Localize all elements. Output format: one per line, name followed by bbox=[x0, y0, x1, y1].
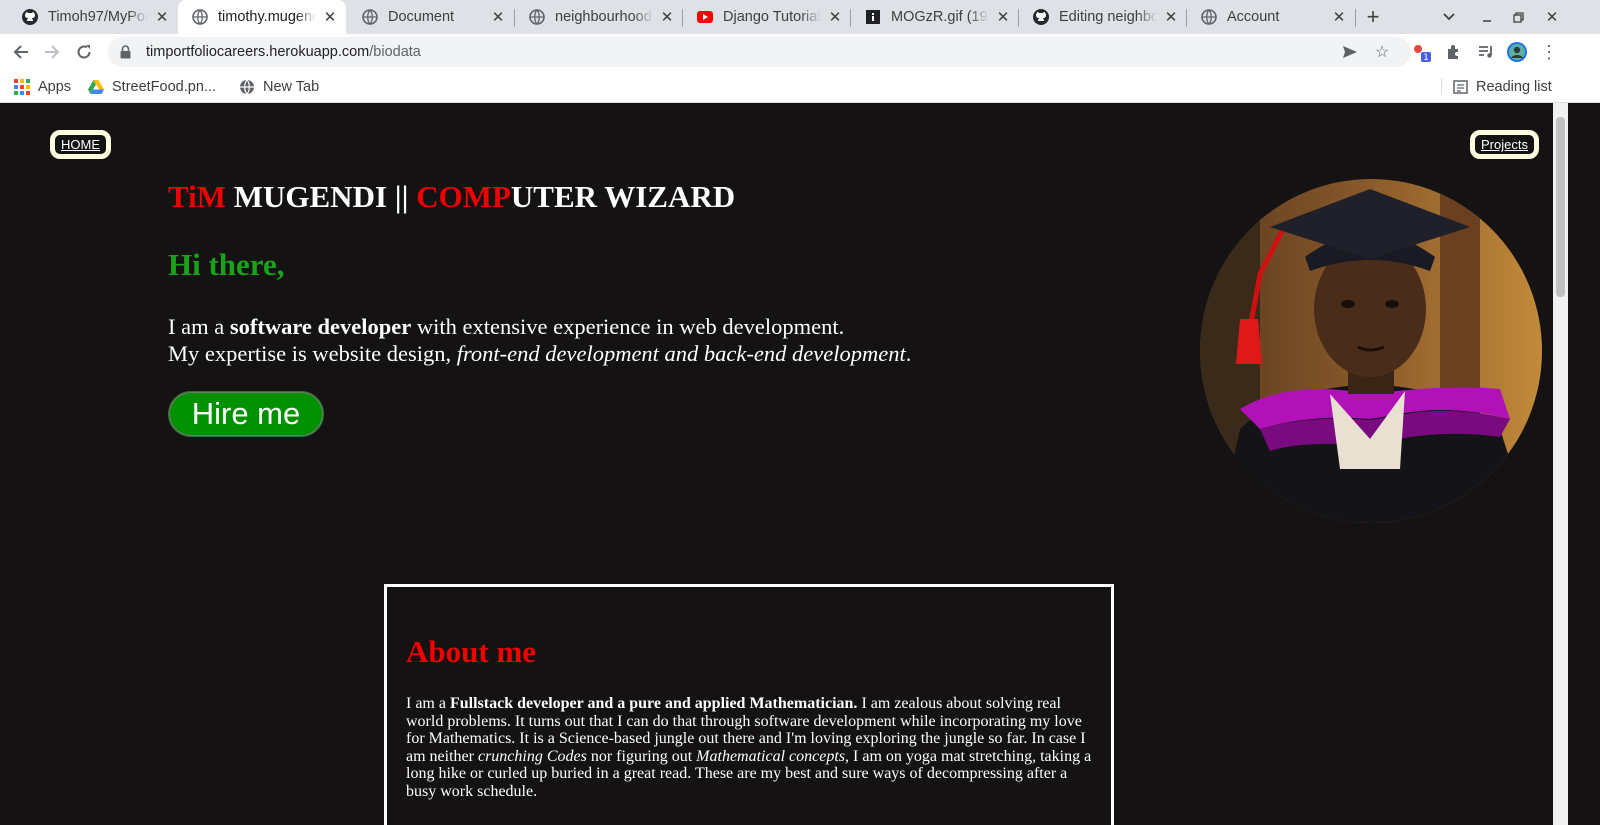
media-queue-icon[interactable] bbox=[1471, 37, 1501, 67]
tab-gif[interactable]: MOGzR.gif (1920 ✕ bbox=[851, 0, 1019, 34]
url-host: timportfoliocareers.herokuapp.com bbox=[146, 44, 370, 60]
bookmark-label: New Tab bbox=[263, 78, 320, 95]
extensions-puzzle-icon[interactable] bbox=[1438, 37, 1468, 67]
globe-icon bbox=[1201, 9, 1217, 25]
github-icon bbox=[22, 9, 38, 25]
tab-search-chevron-icon[interactable] bbox=[1432, 0, 1466, 34]
browser-toolbar: timportfoliocareers.herokuapp.com/biodat… bbox=[0, 34, 1600, 70]
intro-text: I am a software developer with extensive… bbox=[168, 314, 912, 366]
close-icon[interactable]: ✕ bbox=[827, 9, 843, 26]
scrollbar-thumb[interactable] bbox=[1556, 117, 1565, 297]
tab-biodata-active[interactable]: timothy.mugendi ✕ bbox=[178, 0, 346, 34]
projects-nav-link[interactable]: Projects bbox=[1470, 130, 1539, 159]
tab-title: Django Tutorial bbox=[723, 9, 821, 25]
forward-arrow-icon[interactable] bbox=[37, 37, 67, 67]
menu-kebab-icon[interactable]: ⋮ bbox=[1534, 37, 1564, 67]
close-icon[interactable]: ✕ bbox=[659, 9, 675, 26]
tab-title: Account bbox=[1227, 9, 1280, 25]
right-gutter bbox=[1568, 103, 1600, 825]
close-icon[interactable]: ✕ bbox=[322, 9, 338, 26]
tab-myportfolio[interactable]: Timoh97/MyPortfolio ✕ bbox=[8, 0, 178, 34]
about-section: About me I am a Fullstack developer and … bbox=[384, 584, 1114, 825]
bookmark-label: Apps bbox=[38, 78, 72, 95]
google-drive-icon bbox=[88, 79, 104, 95]
tab-title: MOGzR.gif (1920 bbox=[891, 9, 989, 25]
apps-grid-icon bbox=[14, 78, 30, 95]
tab-title: neighbourhood bbox=[555, 9, 652, 25]
lock-icon[interactable] bbox=[120, 45, 134, 59]
tab-document[interactable]: Document ✕ bbox=[348, 0, 514, 34]
globe-icon bbox=[239, 79, 255, 95]
new-tab-plus-icon[interactable]: + bbox=[1356, 0, 1390, 34]
tab-strip: Timoh97/MyPortfolio ✕ timothy.mugendi ✕ … bbox=[0, 0, 1600, 34]
close-icon[interactable]: ✕ bbox=[995, 9, 1011, 26]
reload-icon[interactable] bbox=[69, 37, 99, 67]
tab-title: timothy.mugendi bbox=[218, 9, 316, 25]
bookmark-new-tab[interactable]: New Tab bbox=[239, 70, 319, 103]
close-window-icon[interactable]: ✕ bbox=[1535, 0, 1569, 34]
close-icon[interactable]: ✕ bbox=[154, 9, 170, 26]
close-icon[interactable]: ✕ bbox=[490, 9, 506, 26]
back-arrow-icon[interactable] bbox=[6, 37, 36, 67]
bookmark-label: StreetFood.pn... bbox=[112, 78, 216, 95]
tab-title: Timoh97/MyPortfolio bbox=[48, 9, 148, 25]
greeting: Hi there, bbox=[168, 247, 285, 282]
hire-me-button[interactable]: Hire me bbox=[168, 391, 324, 437]
youtube-icon bbox=[697, 9, 713, 25]
extension-badge-icon[interactable]: 1 bbox=[1406, 37, 1436, 67]
bookmarks-bar: Apps StreetFood.pn... New Tab Reading li… bbox=[0, 70, 1600, 103]
tab-neighbourhood[interactable]: neighbourhood ✕ bbox=[515, 0, 683, 34]
globe-icon bbox=[529, 9, 545, 25]
reading-list-label: Reading list bbox=[1476, 78, 1552, 95]
close-icon[interactable]: ✕ bbox=[1163, 9, 1179, 26]
restore-icon[interactable] bbox=[1501, 0, 1535, 34]
about-text: I am a Fullstack developer and a pure an… bbox=[406, 695, 1092, 800]
globe-icon bbox=[192, 9, 208, 25]
reading-list-icon bbox=[1452, 79, 1468, 95]
tab-editing-neighbourhood[interactable]: Editing neighbourhood ✕ bbox=[1019, 0, 1187, 34]
tab-title: Document bbox=[388, 9, 455, 25]
github-icon bbox=[1033, 9, 1049, 25]
image-icon bbox=[865, 9, 881, 25]
bookmark-streetfood[interactable]: StreetFood.pn... bbox=[88, 70, 216, 103]
close-icon[interactable]: ✕ bbox=[1331, 9, 1347, 26]
tab-account[interactable]: Account ✕ bbox=[1187, 0, 1355, 34]
address-bar[interactable]: timportfoliocareers.herokuapp.com/biodat… bbox=[108, 37, 1411, 67]
url-path: /biodata bbox=[369, 44, 421, 60]
send-icon[interactable] bbox=[1341, 43, 1359, 61]
page-scrollbar[interactable] bbox=[1553, 103, 1568, 825]
profile-avatar-icon[interactable] bbox=[1502, 37, 1532, 67]
reading-list[interactable]: Reading list bbox=[1452, 70, 1552, 103]
hero-title: TiM MUGENDI || COMPUTER WIZARD bbox=[168, 179, 736, 214]
page-viewport: HOME Projects TiM MUGENDI || COMPUTER WI… bbox=[0, 103, 1553, 825]
profile-photo bbox=[1200, 179, 1542, 523]
tab-django-tutorial[interactable]: Django Tutorial ✕ bbox=[683, 0, 851, 34]
extension-badge-count: 1 bbox=[1423, 53, 1429, 62]
minimize-icon[interactable] bbox=[1470, 0, 1504, 34]
about-heading: About me bbox=[406, 634, 537, 669]
bookmark-apps[interactable]: Apps bbox=[14, 70, 71, 103]
home-nav-link[interactable]: HOME bbox=[50, 130, 111, 159]
tab-title: Editing neighbourhood bbox=[1059, 9, 1157, 25]
bookmark-star-icon[interactable]: ☆ bbox=[1373, 43, 1391, 61]
globe-icon bbox=[362, 9, 378, 25]
